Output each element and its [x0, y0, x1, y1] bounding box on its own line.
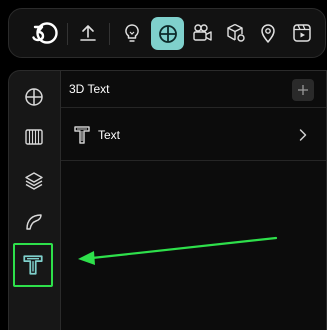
- properties-panel: 3D Text Text: [60, 70, 327, 330]
- upload-icon[interactable]: [73, 18, 103, 48]
- app-logo-icon[interactable]: [27, 18, 61, 48]
- list-item-label: Text: [98, 128, 121, 142]
- panel-header: 3D Text: [61, 71, 326, 108]
- film-strip-icon: [25, 129, 43, 145]
- video-play-icon[interactable]: [287, 18, 317, 48]
- transform-target-icon[interactable]: [151, 17, 184, 50]
- panel-title: 3D Text: [69, 82, 110, 96]
- sidebar-item-curve[interactable]: [21, 209, 47, 235]
- 3d-text-icon: [23, 255, 43, 275]
- left-sidebar: [8, 70, 60, 330]
- box-settings-icon[interactable]: [221, 18, 251, 48]
- curve-shape-icon: [26, 214, 42, 230]
- sidebar-item-film[interactable]: [21, 124, 47, 150]
- sidebar-item-transform[interactable]: [21, 84, 47, 110]
- add-button[interactable]: [292, 79, 314, 101]
- top-toolbar: [8, 8, 326, 58]
- list-item-text[interactable]: Text: [61, 109, 326, 161]
- 3d-text-icon: [74, 126, 90, 144]
- lightbulb-icon[interactable]: [117, 18, 147, 48]
- annotation-arrow: [78, 236, 278, 265]
- layers-icon: [25, 172, 43, 190]
- sidebar-item-3d-text[interactable]: [13, 243, 53, 287]
- plus-icon: [298, 85, 308, 95]
- toolbar-divider: [109, 23, 110, 45]
- location-pin-icon[interactable]: [253, 18, 283, 48]
- toolbar-divider: [67, 23, 68, 45]
- video-camera-icon[interactable]: [187, 18, 217, 48]
- chevron-right-icon[interactable]: [298, 128, 308, 142]
- sidebar-item-layers[interactable]: [21, 168, 47, 194]
- transform-target-icon: [25, 88, 43, 106]
